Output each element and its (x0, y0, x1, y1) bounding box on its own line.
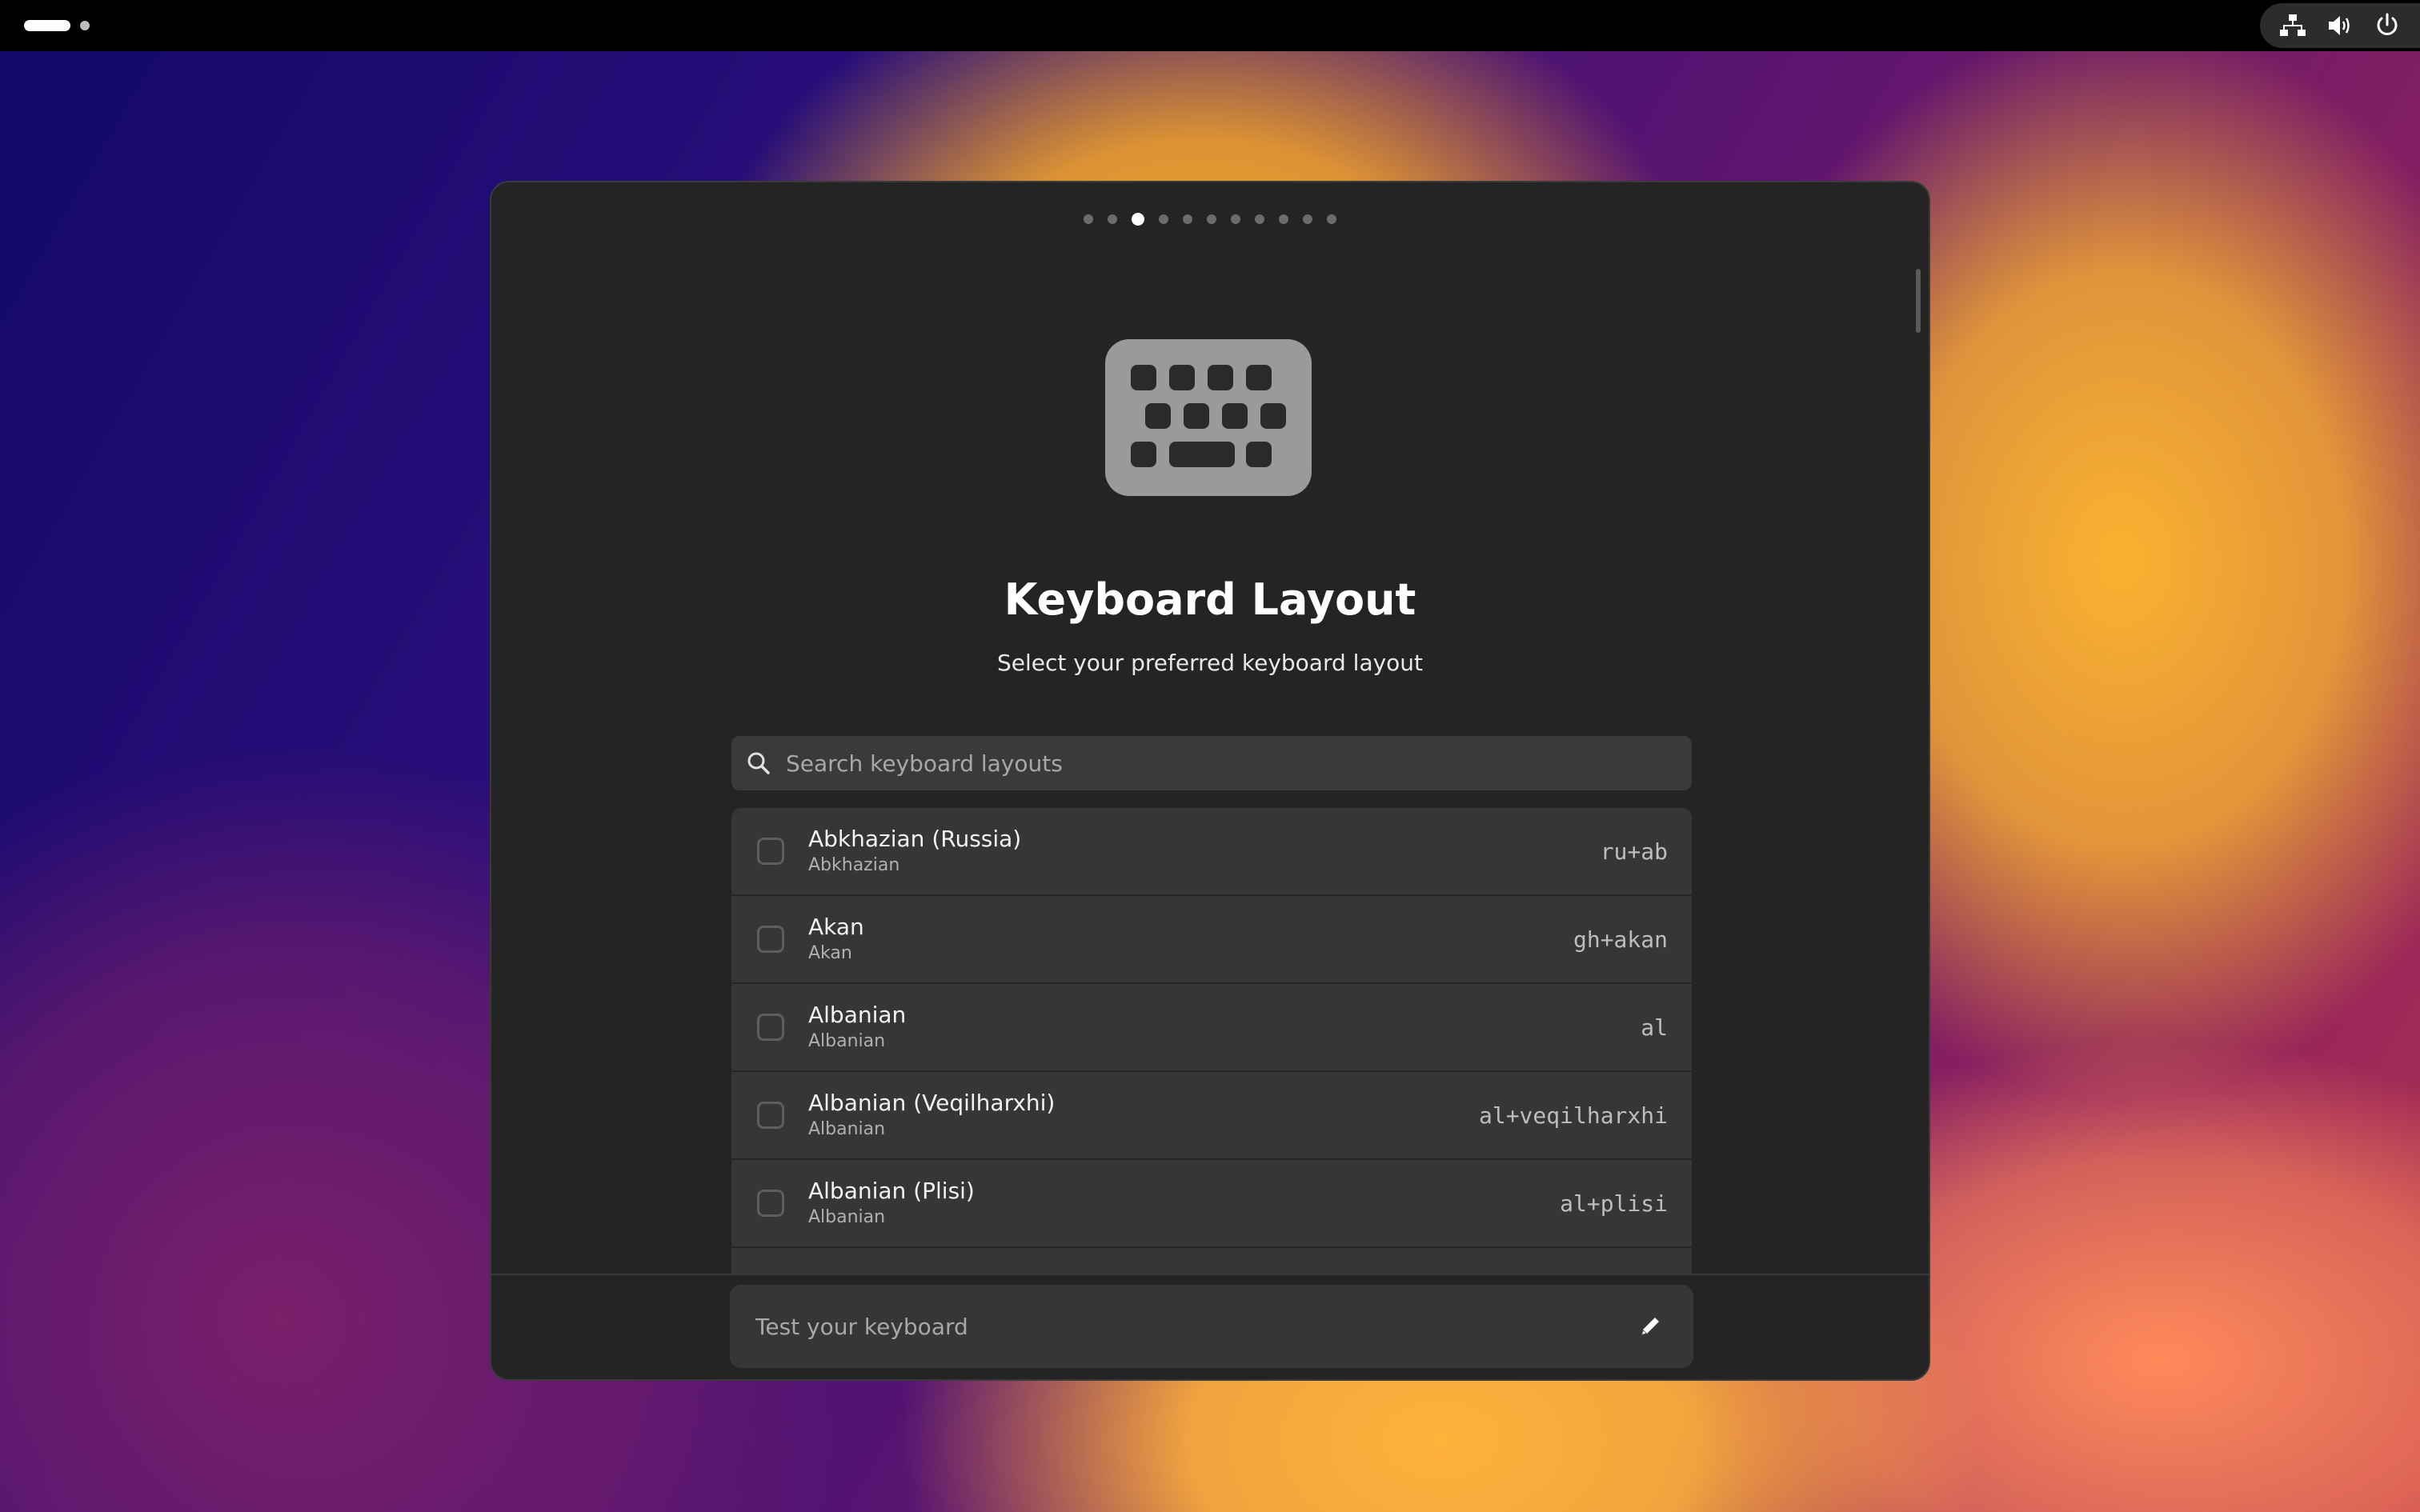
layout-language: Akan (808, 943, 852, 963)
layout-checkbox[interactable] (757, 1190, 784, 1217)
page-dot (1132, 213, 1144, 226)
volume-high-icon (2325, 10, 2355, 41)
page-dot (1183, 214, 1192, 224)
layout-name: Albanian (Veqilharxhi) (808, 1090, 1056, 1116)
layout-name: Akan (808, 914, 864, 940)
search-input[interactable] (784, 749, 1692, 778)
page-dot (1159, 214, 1168, 224)
layout-code: al (1641, 1014, 1668, 1041)
page-title: Keyboard Layout (1004, 574, 1416, 625)
layout-name: Abkhazian (Russia) (808, 826, 1022, 852)
search-bar[interactable] (731, 736, 1692, 790)
power-icon (2372, 10, 2402, 41)
page-indicator (491, 213, 1929, 226)
page-dot (1327, 214, 1336, 224)
system-tray[interactable] (2260, 3, 2420, 48)
page-dot (1207, 214, 1216, 224)
layout-checkbox[interactable] (757, 1014, 784, 1041)
layout-checkbox[interactable] (757, 838, 784, 865)
layout-code: al+plisi (1560, 1190, 1668, 1217)
layout-code: gh+akan (1573, 926, 1668, 953)
layout-name: Albanian (808, 1002, 907, 1028)
layout-name: Albanian (Plisi) (808, 1178, 975, 1204)
bottom-bar (491, 1274, 1929, 1379)
keyboard-icon (1105, 339, 1312, 496)
scrollbar[interactable] (1916, 269, 1921, 333)
top-bar (0, 0, 2420, 51)
layout-row[interactable]: Akan Akan gh+akan (731, 896, 1692, 984)
network-wired-icon (2278, 10, 2308, 41)
page-dot (1255, 214, 1264, 224)
layout-language: Abkhazian (808, 855, 900, 875)
page-subtitle: Select your preferred keyboard layout (996, 650, 1424, 676)
page-dot (1279, 214, 1288, 224)
layout-checkbox[interactable] (757, 1102, 784, 1129)
page-dot (1108, 214, 1117, 224)
layout-row[interactable]: Albanian Albanian al (731, 984, 1692, 1072)
page-dot (1231, 214, 1240, 224)
setup-dialog: Keyboard Layout Select your preferred ke… (490, 181, 1930, 1381)
layout-language: Albanian (808, 1119, 886, 1139)
layout-row[interactable]: Albanian (Veqilharxhi) Albanian al+veqilha… (731, 1072, 1692, 1160)
workspace-indicator[interactable] (80, 21, 90, 30)
layout-code: al+veqilharxhi (1478, 1102, 1668, 1129)
pencil-icon[interactable] (1634, 1310, 1666, 1342)
test-keyboard-field[interactable] (730, 1285, 1693, 1368)
layout-language: Albanian (808, 1031, 886, 1051)
workspace-indicator-active[interactable] (24, 20, 70, 31)
test-keyboard-input[interactable] (754, 1312, 1634, 1341)
layout-row[interactable]: Abkhazian (Russia) Abkhazian ru+ab (731, 808, 1692, 896)
layout-row[interactable]: Albanian (Plisi) Albanian al+plisi (731, 1160, 1692, 1248)
layout-checkbox[interactable] (757, 926, 784, 953)
page-dot (1303, 214, 1312, 224)
layout-language: Albanian (808, 1207, 886, 1227)
search-icon (746, 749, 775, 778)
layout-code: ru+ab (1600, 838, 1668, 865)
page-dot (1084, 214, 1093, 224)
